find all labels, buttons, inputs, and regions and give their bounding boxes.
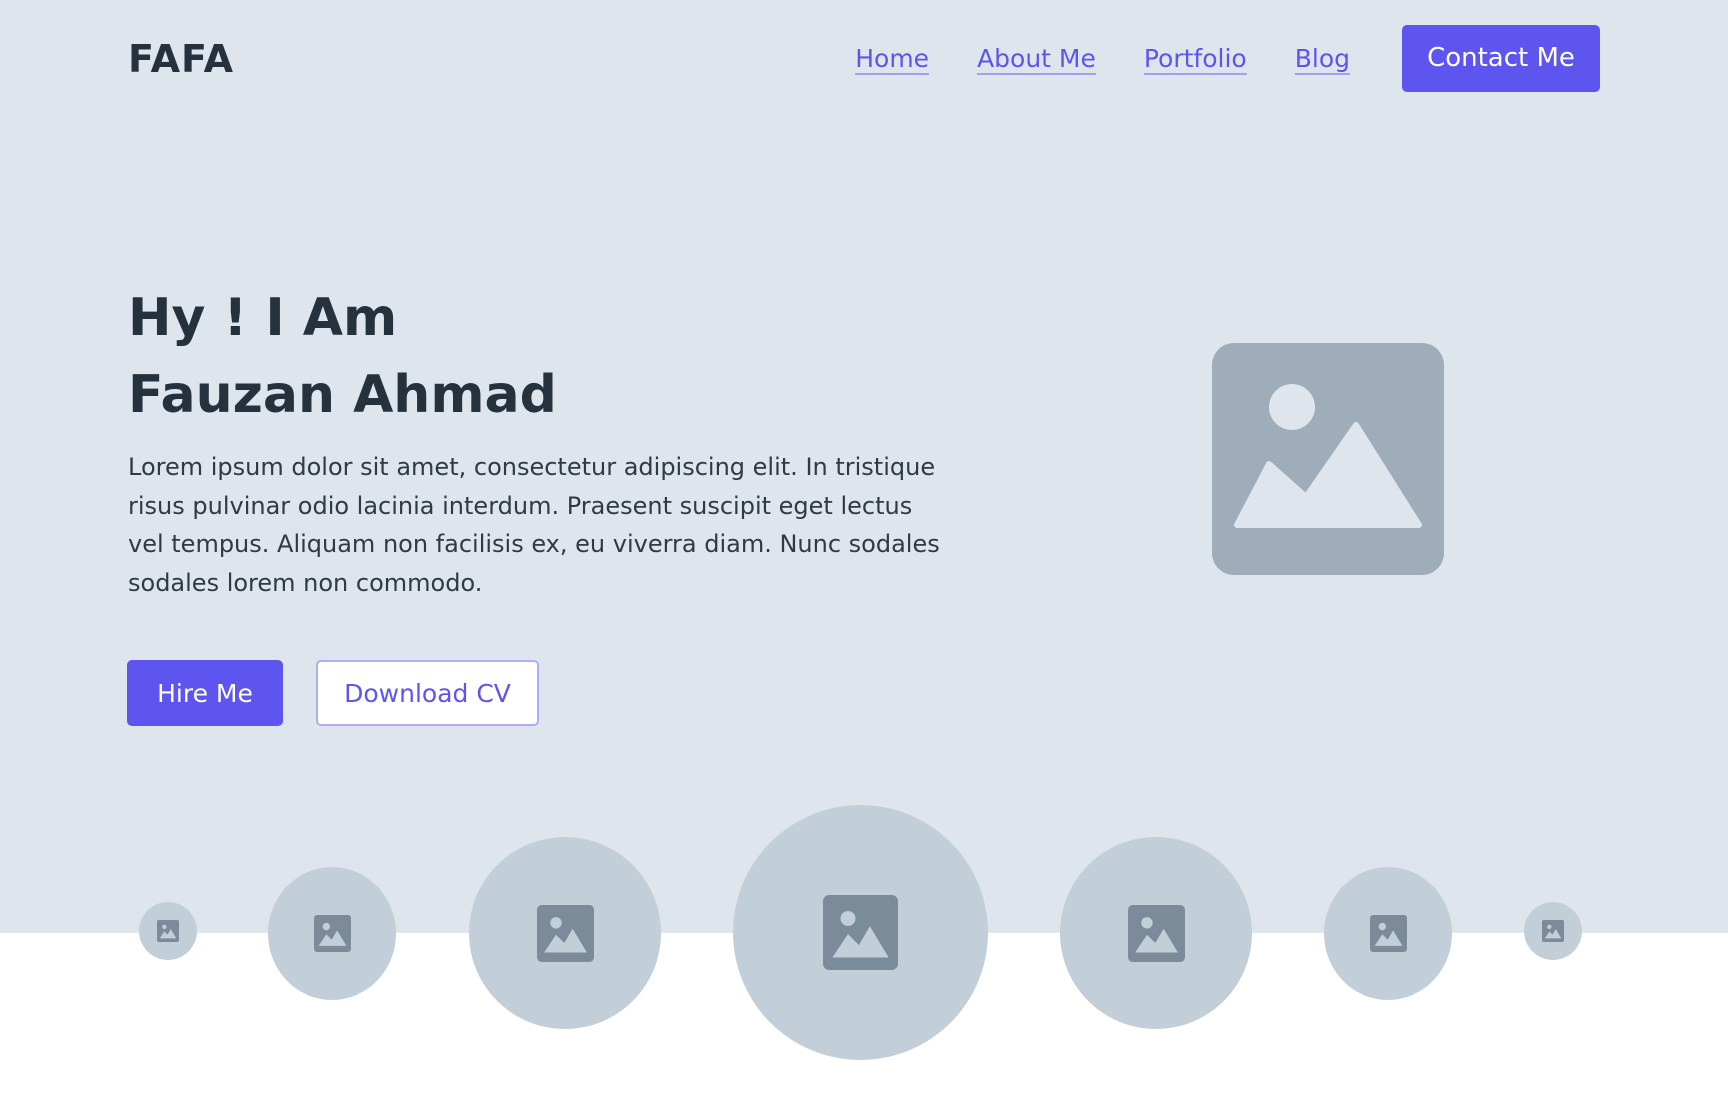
contact-me-button[interactable]: Contact Me [1402, 24, 1600, 92]
main-nav: Home About Me Portfolio Blog Contact Me [855, 24, 1600, 92]
nav-link-about-me[interactable]: About Me [977, 44, 1096, 73]
nav-link-blog[interactable]: Blog [1295, 44, 1350, 73]
gallery-item[interactable] [268, 867, 396, 1000]
hero-title: Hy ! I Am Fauzan Ahmad [128, 280, 557, 434]
hero-title-line-1: Hy ! I Am [128, 288, 398, 348]
gallery-item[interactable] [1524, 902, 1582, 960]
download-cv-button[interactable]: Download CV [316, 660, 539, 726]
hero-image-placeholder [1212, 343, 1444, 575]
image-placeholder-icon [536, 904, 594, 962]
image-placeholder-icon [1369, 915, 1407, 952]
gallery-item[interactable] [469, 837, 661, 1029]
gallery-item[interactable] [139, 902, 197, 960]
image-placeholder-icon [1542, 920, 1564, 942]
image-placeholder-icon [1127, 904, 1185, 962]
nav-link-portfolio[interactable]: Portfolio [1144, 44, 1247, 73]
nav-link-home[interactable]: Home [855, 44, 929, 73]
gallery-item[interactable] [733, 805, 988, 1060]
image-placeholder-icon [1234, 384, 1422, 528]
hero-description: Lorem ipsum dolor sit amet, consectetur … [128, 453, 940, 597]
image-placeholder-icon [823, 895, 898, 970]
hire-me-button[interactable]: Hire Me [127, 660, 283, 726]
gallery-item[interactable] [1060, 837, 1252, 1029]
hero-title-line-2: Fauzan Ahmad [128, 365, 557, 425]
site-logo[interactable]: FAFA [128, 34, 234, 84]
image-placeholder-icon [313, 915, 351, 952]
gallery-item[interactable] [1324, 867, 1452, 1000]
image-placeholder-icon [157, 920, 179, 942]
